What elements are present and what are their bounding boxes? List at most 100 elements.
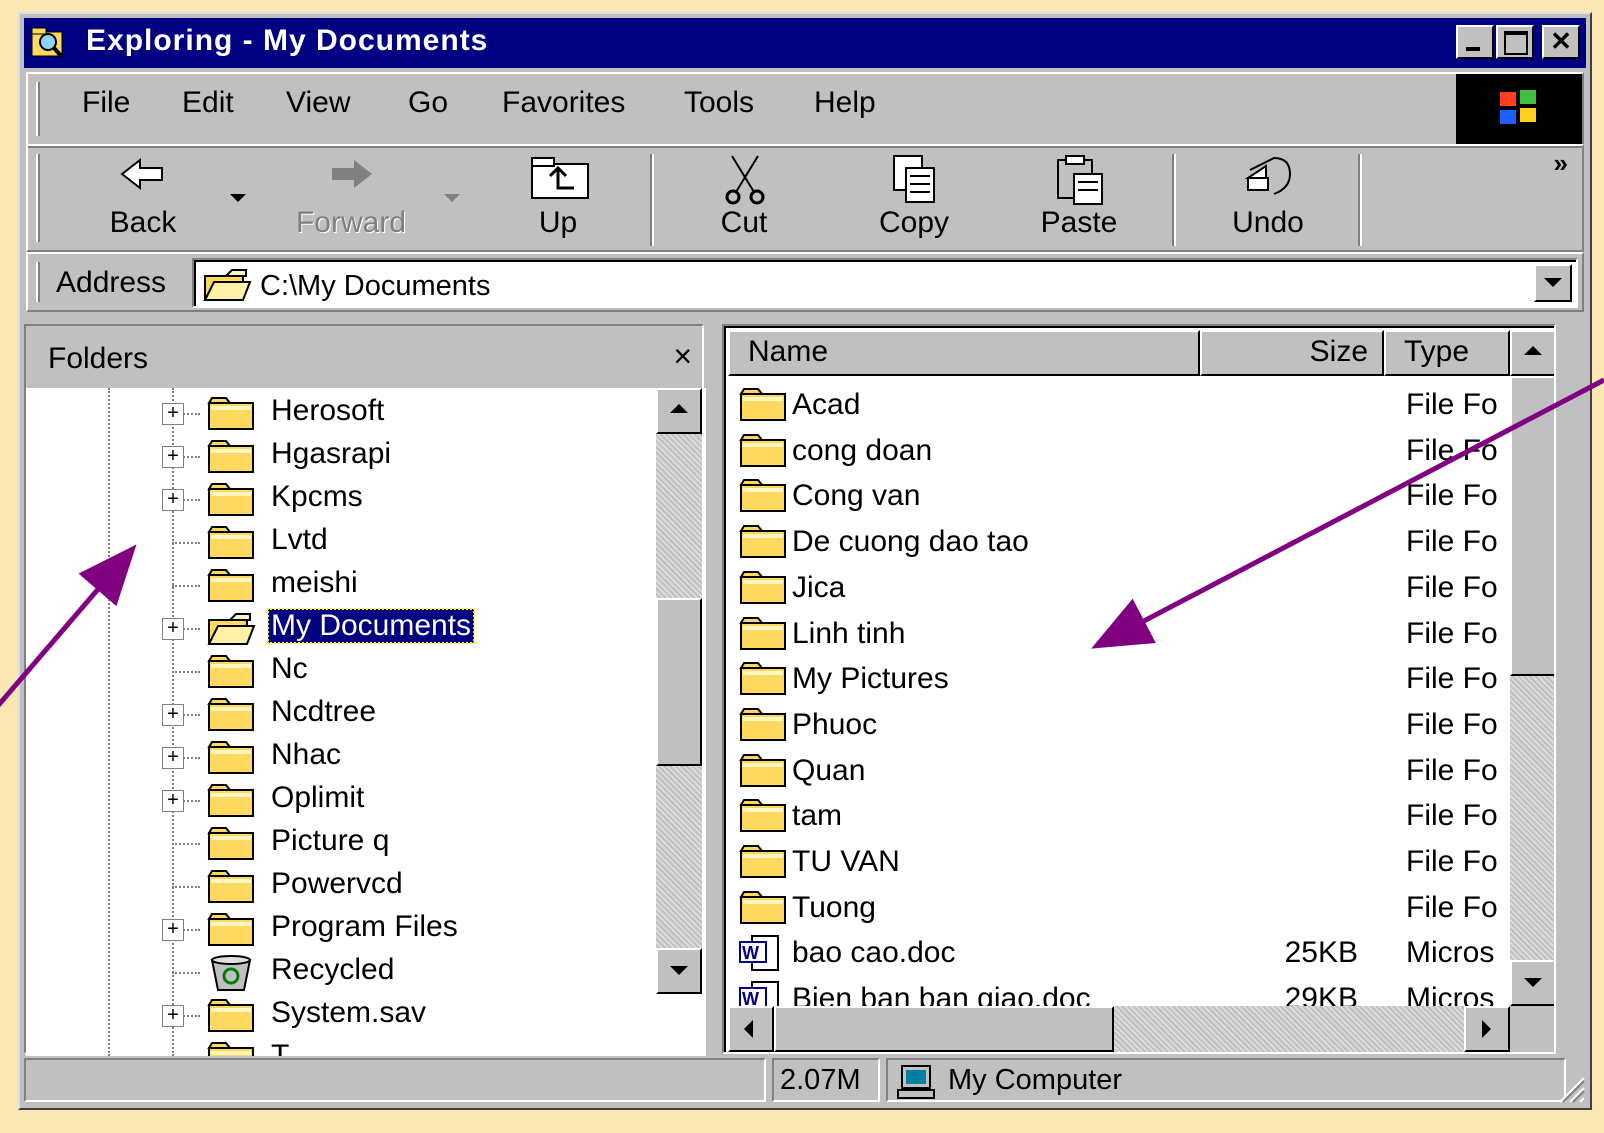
folders-close-icon[interactable]: ×: [673, 338, 692, 375]
files-vertical-scrollbar[interactable]: [1510, 330, 1554, 1006]
undo-label: Undo: [1232, 206, 1304, 239]
address-dropdown-button[interactable]: [1534, 264, 1572, 302]
menu-file[interactable]: File: [82, 86, 130, 120]
expand-icon[interactable]: +: [162, 704, 184, 726]
tree-item[interactable]: + System.sav: [26, 994, 666, 1036]
file-list[interactable]: Acad File Fo cong doan File Fo Cong van File …: [728, 378, 1510, 1006]
toolbar-chevron-icon[interactable]: »: [1554, 148, 1568, 179]
forward-button[interactable]: Forward: [286, 146, 416, 246]
file-row[interactable]: Tuong File Fo: [728, 885, 1510, 929]
files-hscroll-thumb[interactable]: [774, 1006, 1114, 1052]
tree-item-label: Nc: [271, 652, 308, 685]
file-row[interactable]: W Bien ban ban giao.doc 29KB Micros: [728, 976, 1510, 1006]
file-row[interactable]: My Pictures File Fo: [728, 656, 1510, 700]
minimize-button[interactable]: [1456, 25, 1494, 59]
tree-item[interactable]: Powervcd: [26, 865, 666, 907]
tree-item[interactable]: Nc: [26, 650, 666, 692]
toolbar-grip[interactable]: [36, 154, 40, 242]
file-row[interactable]: Jica File Fo: [728, 565, 1510, 609]
tree-connector: [172, 972, 200, 974]
expand-icon[interactable]: +: [162, 1005, 184, 1027]
address-field[interactable]: C:\My Documents: [192, 258, 1578, 308]
expand-icon[interactable]: +: [162, 446, 184, 468]
tree-item[interactable]: Recycled: [26, 951, 666, 993]
minimize-icon: [1466, 47, 1480, 51]
tree-item-label: Ncdtree: [271, 695, 377, 728]
file-row[interactable]: De cuong dao tao File Fo: [728, 519, 1510, 563]
files-scroll-left-button[interactable]: [728, 1006, 774, 1052]
file-size: 29KB: [1284, 982, 1358, 1006]
folder-tree[interactable]: + Herosoft + Hgasrapi + Kpcms Lvtd meishi + My Do…: [26, 388, 706, 1056]
file-name: bao cao.doc: [792, 936, 956, 970]
tree-item[interactable]: + Kpcms: [26, 478, 666, 520]
folders-scroll-up-button[interactable]: [656, 388, 702, 434]
folders-scroll-down-button[interactable]: [656, 948, 702, 994]
files-scroll-thumb[interactable]: [1510, 376, 1554, 676]
resize-grip-icon[interactable]: [1554, 1072, 1586, 1104]
back-button[interactable]: Back: [88, 146, 198, 246]
column-header-type[interactable]: Type: [1384, 330, 1510, 376]
tree-item[interactable]: Lvtd: [26, 521, 666, 563]
expand-icon[interactable]: +: [162, 790, 184, 812]
expand-icon[interactable]: +: [162, 403, 184, 425]
title-bar[interactable]: Exploring - My Documents ✕: [24, 18, 1586, 68]
menu-view[interactable]: View: [286, 86, 350, 120]
copy-button[interactable]: Copy: [864, 146, 964, 246]
tree-item[interactable]: + My Documents: [26, 607, 666, 649]
file-row[interactable]: Quan File Fo: [728, 748, 1510, 792]
menu-grip[interactable]: [36, 82, 40, 136]
file-name: Linh tinh: [792, 616, 906, 650]
file-row[interactable]: Wbao cao.doc 25KB Micros: [728, 930, 1510, 974]
tree-item[interactable]: + Ncdtree: [26, 693, 666, 735]
tree-item[interactable]: meishi: [26, 564, 666, 606]
tree-item[interactable]: Picture q: [26, 822, 666, 864]
chevron-down-icon: [1524, 978, 1542, 987]
menu-edit[interactable]: Edit: [182, 86, 234, 120]
paste-button[interactable]: Paste: [1024, 146, 1134, 246]
menu-tools[interactable]: Tools: [684, 86, 754, 120]
undo-button[interactable]: Undo: [1218, 146, 1318, 246]
files-scroll-up-button[interactable]: [1510, 330, 1554, 376]
tree-item[interactable]: + Oplimit: [26, 779, 666, 821]
close-button[interactable]: ✕: [1542, 25, 1580, 59]
cut-button[interactable]: Cut: [704, 146, 784, 246]
folder-icon: [206, 911, 256, 952]
files-scroll-down-button[interactable]: [1510, 960, 1554, 1006]
address-grip[interactable]: [36, 262, 40, 302]
menu-go[interactable]: Go: [408, 86, 448, 120]
column-header-name[interactable]: Name: [728, 330, 1200, 376]
expand-icon[interactable]: +: [162, 489, 184, 511]
forward-dropdown-icon[interactable]: [444, 194, 460, 202]
file-row[interactable]: Acad File Fo: [728, 382, 1510, 426]
file-row[interactable]: Linh tinh File Fo: [728, 611, 1510, 655]
up-button[interactable]: Up: [518, 146, 598, 246]
file-row[interactable]: cong doan File Fo: [728, 428, 1510, 472]
tree-item[interactable]: + Herosoft: [26, 392, 666, 434]
tree-item[interactable]: + Nhac: [26, 736, 666, 778]
files-horizontal-scrollbar[interactable]: [728, 1006, 1510, 1052]
menu-help[interactable]: Help: [814, 86, 876, 120]
column-header-size[interactable]: Size: [1200, 330, 1384, 376]
folders-scrollbar[interactable]: [656, 388, 702, 994]
cut-label: Cut: [720, 206, 768, 239]
folders-scroll-thumb[interactable]: [656, 598, 702, 766]
expand-icon[interactable]: +: [162, 919, 184, 941]
expand-icon[interactable]: +: [162, 747, 184, 769]
address-input[interactable]: C:\My Documents: [260, 270, 490, 303]
tree-item[interactable]: + Hgasrapi: [26, 435, 666, 477]
maximize-button[interactable]: [1496, 25, 1534, 59]
file-row[interactable]: Phuoc File Fo: [728, 702, 1510, 746]
file-row[interactable]: Cong van File Fo: [728, 473, 1510, 517]
files-scroll-right-button[interactable]: [1464, 1006, 1510, 1052]
file-row[interactable]: tam File Fo: [728, 793, 1510, 837]
expand-icon[interactable]: +: [162, 618, 184, 640]
file-name: Acad: [792, 388, 861, 421]
tree-item[interactable]: + Program Files: [26, 908, 666, 950]
back-dropdown-icon[interactable]: [230, 194, 246, 202]
file-row[interactable]: TU VAN File Fo: [728, 839, 1510, 883]
copy-icon: [893, 155, 935, 203]
menu-favorites[interactable]: Favorites: [502, 86, 625, 120]
word-doc-icon: W: [738, 980, 782, 1006]
folder-icon: [206, 438, 256, 479]
file-name: Tuong: [792, 890, 876, 924]
